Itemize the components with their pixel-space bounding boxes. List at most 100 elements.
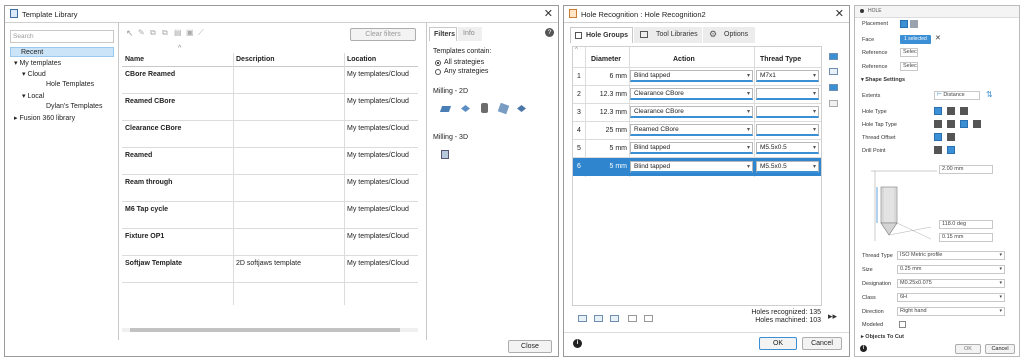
list-view-icon[interactable]: [829, 84, 838, 91]
2d-pocket-icon[interactable]: [439, 106, 452, 112]
radio-all-strategies[interactable]: [435, 60, 441, 66]
pointer-icon[interactable]: ↖: [126, 28, 134, 39]
countersink-icon[interactable]: [960, 107, 968, 115]
action-select[interactable]: Blind tapped ▾: [630, 142, 753, 154]
modeled-checkbox[interactable]: [899, 321, 906, 328]
thread-type-select[interactable]: ▾: [756, 124, 819, 136]
3d-adaptive-icon[interactable]: [441, 150, 449, 159]
duplicate-icon[interactable]: ⧉: [150, 28, 156, 38]
close-icon[interactable]: ✕: [835, 7, 844, 20]
face-selection-chip[interactable]: 1 selected: [900, 35, 931, 44]
col-header-name[interactable]: Name: [125, 56, 144, 63]
2d-contour-icon[interactable]: [481, 103, 488, 113]
thread-type-select[interactable]: ▾: [756, 88, 819, 100]
table-row[interactable]: M6 Tap cycle My templates/Cloud: [122, 202, 418, 229]
split-group-icon[interactable]: [594, 315, 603, 322]
thread-type-select[interactable]: M5.5x0.5 ▾: [756, 161, 819, 173]
ok-button[interactable]: OK: [759, 337, 797, 350]
class-select[interactable]: 6H ▾: [897, 293, 1005, 302]
action-select[interactable]: Clearance CBore ▾: [630, 88, 753, 100]
reference-2-select[interactable]: Select: [900, 62, 918, 71]
table-row[interactable]: Reamed CBore My templates/Cloud: [122, 94, 418, 121]
tab-filters[interactable]: Filters: [429, 27, 457, 41]
simple-tap-icon[interactable]: [934, 120, 942, 128]
close-icon[interactable]: ✕: [544, 7, 553, 20]
clearance-tap-icon[interactable]: [947, 120, 955, 128]
2d-chamfer-icon[interactable]: [497, 102, 510, 115]
action-select[interactable]: Blind tapped ▾: [630, 70, 753, 82]
filter-icon[interactable]: [829, 100, 838, 107]
objects-to-cut-header[interactable]: ▸ Objects To Cut: [861, 334, 904, 340]
radio-any-strategies[interactable]: [435, 69, 441, 75]
edit-icon[interactable]: ✎: [138, 28, 145, 37]
paste-icon[interactable]: ▤: [174, 28, 182, 37]
table-row[interactable]: 1 6 mm Blind tapped ▾ M7x1 ▾: [573, 68, 821, 86]
table-row[interactable]: 2 12.3 mm Clearance CBore ▾ ▾: [573, 86, 821, 104]
close-button[interactable]: Close: [508, 340, 552, 353]
2d-adaptive-icon[interactable]: [461, 105, 470, 112]
tab-hole-groups[interactable]: Hole Groups: [570, 27, 633, 43]
dim-angle-field[interactable]: 118.0 deg: [939, 220, 993, 229]
single-hole-icon[interactable]: [900, 20, 908, 28]
table-row[interactable]: CBore Reamed My templates/Cloud: [122, 67, 418, 94]
tree-item-hole-templates[interactable]: Hole Templates: [46, 81, 94, 88]
table-row-selected[interactable]: 6 5 mm Blind tapped ▾ M5.5x0.5 ▾: [573, 158, 821, 176]
scrollbar-thumb[interactable]: [130, 328, 400, 332]
tree-item-local[interactable]: ▾ Local: [22, 92, 44, 100]
table-row[interactable]: Reamed My templates/Cloud: [122, 148, 418, 175]
tapped-icon[interactable]: [960, 120, 968, 128]
col-header-location[interactable]: Location: [347, 56, 376, 63]
tree-item-dylans-templates[interactable]: Dylan's Templates: [46, 103, 102, 110]
action-select[interactable]: Reamed CBore ▾: [630, 124, 753, 136]
dim-top-field[interactable]: 2.00 mm: [939, 165, 993, 174]
list-edit-icon[interactable]: [829, 68, 838, 75]
tree-item-my-templates[interactable]: ▾ My templates: [14, 59, 61, 67]
table-view-icon[interactable]: [829, 53, 838, 60]
table-row[interactable]: Softjaw Template 2D softjaws template My…: [122, 256, 418, 283]
table-row[interactable]: Clearance CBore My templates/Cloud: [122, 121, 418, 148]
simple-hole-icon[interactable]: [934, 107, 942, 115]
multiple-holes-icon[interactable]: [910, 20, 918, 28]
table-row[interactable]: 5 5 mm Blind tapped ▾ M5.5x0.5 ▾: [573, 140, 821, 158]
shape-settings-header[interactable]: ▾ Shape Settings: [861, 77, 905, 83]
col-header-description[interactable]: Description: [236, 56, 275, 63]
clear-filters-button[interactable]: Clear filters: [350, 28, 416, 41]
horizontal-scrollbar[interactable]: [122, 328, 418, 332]
clear-selection-icon[interactable]: ✕: [935, 34, 941, 42]
tree-item-fusion-library[interactable]: ▸ Fusion 360 library: [14, 114, 75, 122]
info-icon[interactable]: i: [573, 339, 582, 348]
thread-type-select[interactable]: M5.5x0.5 ▾: [756, 142, 819, 154]
flat-drill-point-icon[interactable]: [934, 146, 942, 154]
info-icon[interactable]: i: [860, 345, 867, 352]
table-row[interactable]: Ream through My templates/Cloud: [122, 175, 418, 202]
col-header-diameter[interactable]: Diameter: [591, 56, 621, 63]
tab-tool-libraries[interactable]: Tool Libraries: [634, 27, 702, 43]
expand-icon[interactable]: [644, 315, 653, 322]
rename-icon[interactable]: ⟋: [198, 28, 204, 38]
angled-drill-point-icon[interactable]: [947, 146, 955, 154]
cancel-button[interactable]: Cancel: [985, 344, 1015, 354]
col-header-action[interactable]: Action: [673, 56, 695, 63]
table-row[interactable]: 3 12.3 mm Clearance CBore ▾ ▾: [573, 104, 821, 122]
export-icon[interactable]: ▣: [186, 28, 194, 37]
group-by-icon[interactable]: [578, 315, 587, 322]
size-select[interactable]: 0.25 mm ▾: [897, 265, 1005, 274]
thread-type-select[interactable]: ▾: [756, 106, 819, 118]
table-row[interactable]: 4 25 mm Reamed CBore ▾ ▾: [573, 122, 821, 140]
designation-select[interactable]: M0.25x0.075 ▾: [897, 279, 1005, 288]
tab-options[interactable]: ⚙ Options: [703, 27, 755, 43]
ok-button[interactable]: OK: [955, 344, 981, 354]
reference-1-select[interactable]: Select: [900, 48, 918, 57]
search-input[interactable]: Search: [10, 30, 114, 43]
thread-offset-minor-icon[interactable]: [934, 133, 942, 141]
thread-type-select[interactable]: M7x1 ▾: [756, 70, 819, 82]
col-header-thread-type[interactable]: Thread Type: [760, 56, 801, 63]
tree-item-cloud[interactable]: ▾ Cloud: [22, 70, 46, 78]
copy-icon[interactable]: ⧉: [162, 28, 168, 38]
taper-tapped-icon[interactable]: [973, 120, 981, 128]
table-row[interactable]: Fixture OP1 My templates/Cloud: [122, 229, 418, 256]
sort-icon[interactable]: [628, 315, 637, 322]
cancel-button[interactable]: Cancel: [802, 337, 842, 350]
direction-select[interactable]: Right hand ▾: [897, 307, 1005, 316]
2d-bore-icon[interactable]: [517, 105, 526, 112]
